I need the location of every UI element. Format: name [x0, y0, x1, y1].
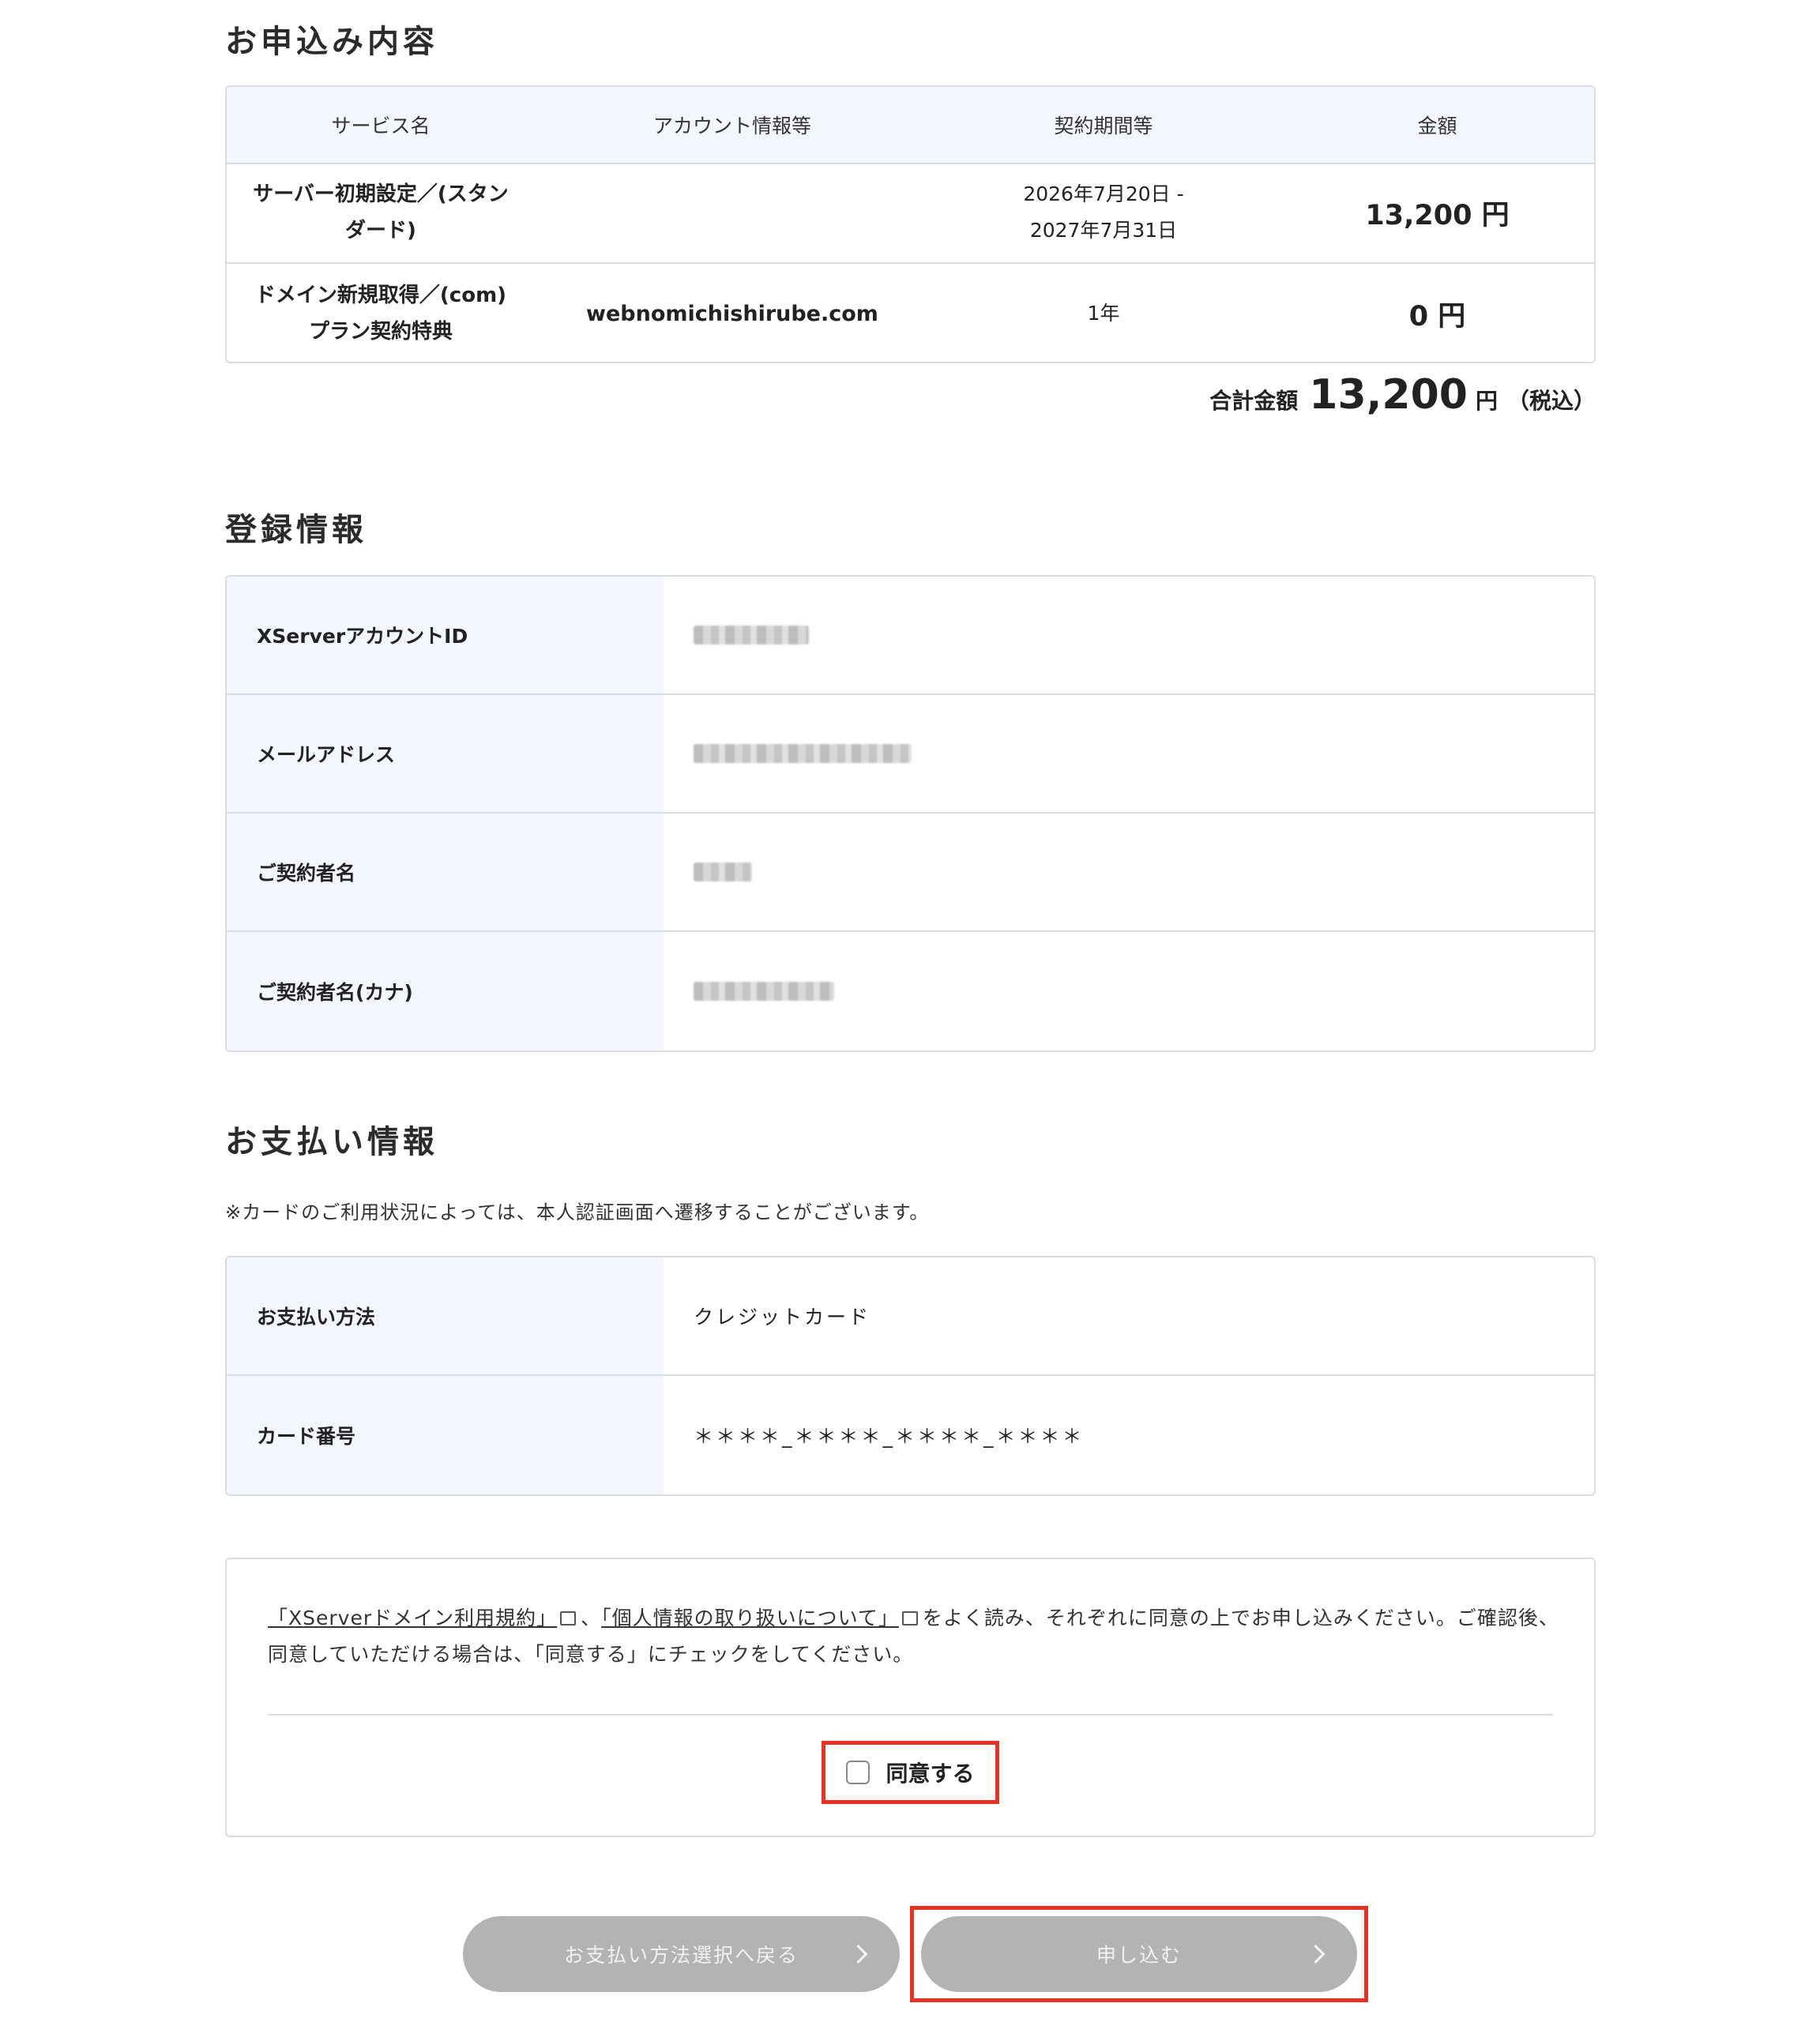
- agree-checkbox[interactable]: [846, 1761, 871, 1784]
- service-name: ドメイン新規取得／(com) プラン契約特典: [254, 284, 507, 344]
- table-row: ご契約者名: [227, 814, 1594, 932]
- email-value: [664, 695, 1594, 812]
- table-row: サーバー初期設定／(スタン ダード) 2026年7月20日 -2027年7月31日…: [227, 163, 1594, 264]
- table-row: メールアドレス: [227, 695, 1594, 814]
- agree-checkbox-highlight[interactable]: 同意する: [822, 1741, 999, 1804]
- order-table-header: サービス名 アカウント情報等 契約期間等 金額: [227, 87, 1594, 164]
- registration-heading: 登録情報: [225, 512, 367, 548]
- back-to-payment-button[interactable]: お支払い方法選択へ戻る: [463, 1916, 900, 1992]
- payment-method-label: お支払い方法: [227, 1257, 664, 1374]
- submit-button-label: 申し込む: [1096, 1945, 1182, 1967]
- divider: [268, 1714, 1553, 1716]
- total-label: 合計金額: [1209, 388, 1299, 414]
- payment-method-value: クレジットカード: [694, 1306, 871, 1329]
- card-number-label: カード番号: [227, 1376, 664, 1494]
- privacy-link[interactable]: 「個人情報の取り扱いについて」: [601, 1607, 899, 1629]
- redacted-value: [694, 982, 834, 1001]
- total-value: 13,200: [1309, 371, 1468, 419]
- separator: 、: [581, 1607, 602, 1629]
- agreement-text: 「XServerドメイン利用規約」 、「個人情報の取り扱いについて」 をよく読み、そ…: [268, 1600, 1563, 1673]
- card-number-value: ＊＊＊＊_＊＊＊＊_＊＊＊＊_＊＊＊＊: [694, 1425, 1085, 1448]
- registration-table: XServerアカウントID メールアドレス ご契約者名 ご契約者名(カナ): [225, 575, 1596, 1052]
- redacted-value: [694, 626, 809, 645]
- back-button-label: お支払い方法選択へ戻る: [563, 1945, 799, 1967]
- service-name: サーバー初期設定／(スタン ダード): [253, 182, 509, 242]
- contract-period: 2026年7月20日 -2027年7月31日: [1023, 182, 1184, 242]
- table-row: お支払い方法 クレジットカード: [227, 1257, 1594, 1376]
- table-row: ご契約者名(カナ): [227, 932, 1594, 1050]
- column-header-amount: 金額: [1417, 115, 1457, 137]
- agree-checkbox-label[interactable]: 同意する: [886, 1757, 974, 1788]
- contractor-name-value: [664, 814, 1594, 930]
- terms-link[interactable]: 「XServerドメイン利用規約」: [268, 1607, 557, 1629]
- column-header-period: 契約期間等: [1054, 115, 1153, 137]
- payment-heading: お支払い情報: [225, 1124, 438, 1160]
- column-header-service: サービス名: [331, 115, 431, 137]
- contractor-kana-label: ご契約者名(カナ): [227, 932, 664, 1050]
- account-info: [535, 163, 930, 262]
- payment-table: お支払い方法 クレジットカード カード番号 ＊＊＊＊_＊＊＊＊_＊＊＊＊_＊＊＊…: [225, 1256, 1596, 1496]
- contract-period: 1年: [1087, 302, 1120, 325]
- payment-note: ※カードのご利用状況によっては、本人認証画面へ遷移することがございます。: [225, 1201, 930, 1223]
- agreement-box: 「XServerドメイン利用規約」 、「個人情報の取り扱いについて」 をよく読み、そ…: [225, 1558, 1596, 1837]
- table-row: ドメイン新規取得／(com) プラン契約特典 webnomichishirube.…: [227, 264, 1594, 362]
- total-tax-note: （税込）: [1506, 388, 1596, 414]
- contractor-name-label: ご契約者名: [227, 814, 664, 930]
- redacted-value: [694, 744, 912, 763]
- order-total: 合計金額 13,200 円 （税込）: [1209, 371, 1596, 419]
- external-link-icon: [901, 1611, 918, 1625]
- account-info: webnomichishirube.com: [586, 301, 878, 326]
- table-row: カード番号 ＊＊＊＊_＊＊＊＊_＊＊＊＊_＊＊＊＊: [227, 1376, 1594, 1494]
- amount: 13,200 円: [1365, 199, 1510, 231]
- chevron-right-icon: [848, 1944, 868, 1964]
- agreement-instructions-line2: 同意していただける場合は、「同意する」にチェックをしてください。: [268, 1643, 914, 1666]
- table-row: XServerアカウントID: [227, 577, 1594, 695]
- contractor-kana-value: [664, 932, 1594, 1050]
- account-id-value: [664, 577, 1594, 693]
- account-id-label: XServerアカウントID: [227, 577, 664, 693]
- external-link-icon: [560, 1611, 577, 1625]
- total-unit: 円: [1475, 388, 1498, 414]
- amount: 0 円: [1408, 300, 1466, 333]
- order-table: サービス名 アカウント情報等 契約期間等 金額 サーバー初期設定／(スタン ダード…: [225, 85, 1596, 363]
- email-label: メールアドレス: [227, 695, 664, 812]
- chevron-right-icon: [1306, 1944, 1326, 1964]
- column-header-account: アカウント情報等: [652, 115, 811, 137]
- submit-application-button[interactable]: 申し込む: [921, 1916, 1357, 1992]
- agreement-instructions: をよく読み、それぞれに同意の上でお申し込みください。ご確認後、: [922, 1607, 1559, 1629]
- order-heading: お申込み内容: [225, 24, 438, 60]
- redacted-value: [694, 863, 752, 881]
